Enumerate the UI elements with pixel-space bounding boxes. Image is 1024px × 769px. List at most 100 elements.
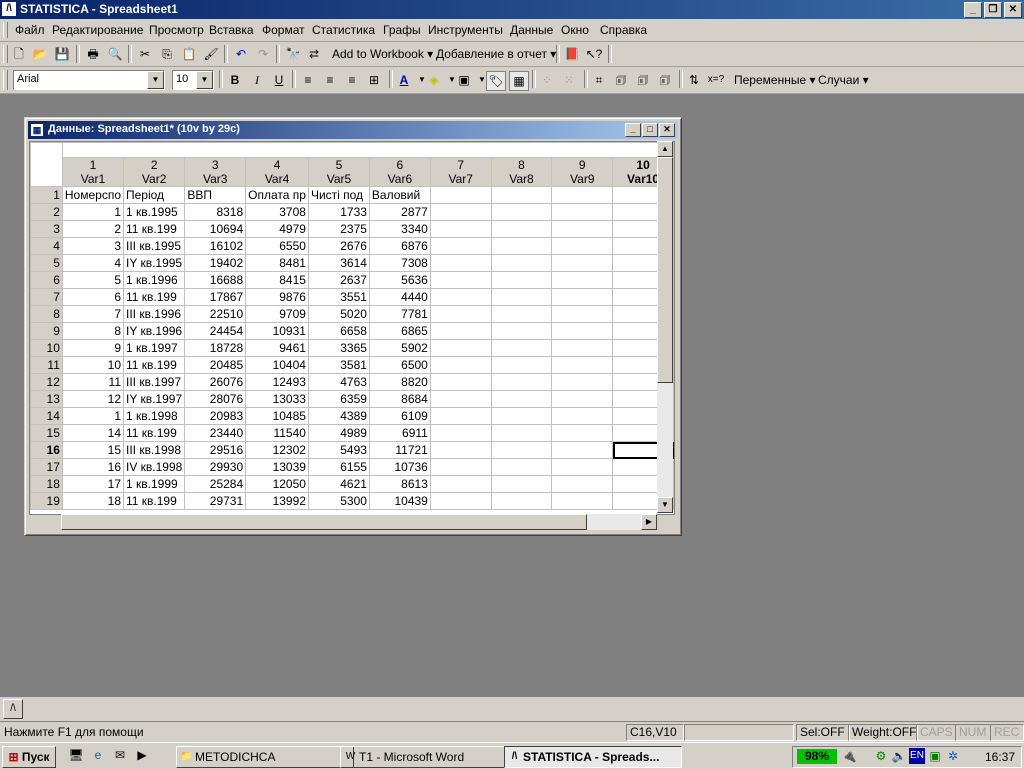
grid-cell[interactable]: 13992 bbox=[245, 492, 309, 510]
grid-cell[interactable]: ВВП bbox=[184, 186, 247, 204]
grid-cell[interactable] bbox=[490, 458, 553, 476]
grid-cell[interactable]: 13033 bbox=[245, 390, 309, 408]
horizontal-scroll-thumb[interactable] bbox=[61, 514, 587, 530]
save-icon[interactable]: 💾 bbox=[53, 45, 71, 63]
grid-cell[interactable]: 5902 bbox=[368, 339, 431, 357]
grid-cell[interactable] bbox=[490, 339, 553, 357]
menu-window[interactable]: Окно bbox=[561, 23, 589, 37]
statistica-app-icon[interactable]: /\ bbox=[2, 2, 16, 16]
grid-cell[interactable]: 8684 bbox=[368, 390, 431, 408]
clock[interactable]: 16:37 bbox=[985, 750, 1015, 764]
column-header[interactable]: 2 Var2 bbox=[122, 157, 186, 187]
grid-cell[interactable]: 4389 bbox=[307, 407, 370, 425]
row-header[interactable]: 19 bbox=[30, 492, 63, 510]
grid-cell[interactable]: 11 bbox=[61, 373, 125, 391]
column-header[interactable]: 9 Var9 bbox=[551, 157, 614, 187]
grid-cell[interactable] bbox=[490, 254, 553, 272]
grid-cell[interactable]: 8318 bbox=[184, 203, 247, 221]
grid-cell[interactable] bbox=[551, 220, 614, 238]
highlight-icon[interactable]: 🏷 bbox=[486, 71, 506, 91]
merge-cells-icon[interactable]: ⊞ bbox=[365, 71, 383, 89]
row-header[interactable]: 8 bbox=[30, 305, 63, 323]
grid-cell[interactable]: 6 bbox=[61, 288, 125, 306]
grid-cell[interactable]: 13039 bbox=[245, 458, 309, 476]
tray-app-icon[interactable]: ▣ bbox=[927, 748, 943, 764]
show-desktop-icon[interactable]: 🖥 bbox=[68, 747, 84, 763]
grid-cell[interactable] bbox=[551, 492, 614, 510]
grid-cell[interactable]: 5020 bbox=[307, 305, 370, 323]
grid-cell[interactable]: 1 кв.1997 bbox=[122, 339, 186, 357]
grid-cell[interactable]: 11721 bbox=[368, 441, 431, 459]
grid-cell[interactable]: 11 кв.199 bbox=[122, 288, 186, 306]
grid-cell[interactable]: III кв.1998 bbox=[122, 441, 186, 459]
grid-cell[interactable]: 4440 bbox=[368, 288, 431, 306]
grid-cell[interactable]: 9709 bbox=[245, 305, 309, 323]
grid-cell[interactable]: 5 bbox=[61, 271, 125, 289]
italic-button[interactable]: I bbox=[248, 71, 266, 89]
grid-cell[interactable]: 3 bbox=[61, 237, 125, 255]
font-size-select[interactable]: 10 ▼ bbox=[172, 70, 214, 90]
grid-cell[interactable] bbox=[551, 356, 614, 374]
variables-menu-button[interactable]: Переменные ▾ bbox=[734, 73, 815, 87]
grid-cell[interactable] bbox=[551, 288, 614, 306]
grid-cell[interactable]: 11 кв.199 bbox=[122, 424, 186, 442]
grid-cell[interactable] bbox=[429, 305, 492, 323]
grid-cell[interactable] bbox=[429, 475, 492, 493]
grid-cell[interactable] bbox=[490, 305, 553, 323]
grid-cell[interactable]: 6876 bbox=[368, 237, 431, 255]
grid-cell[interactable]: 8415 bbox=[245, 271, 309, 289]
grid-cell[interactable] bbox=[429, 288, 492, 306]
task-statistica[interactable]: /\ STATISTICA - Spreads... bbox=[504, 746, 682, 768]
grid-cell[interactable]: 4621 bbox=[307, 475, 370, 493]
grid-cell[interactable]: 1 bbox=[61, 407, 125, 425]
grid-cell[interactable]: 10439 bbox=[368, 492, 431, 510]
grid-cell[interactable] bbox=[490, 220, 553, 238]
grid-cell[interactable] bbox=[551, 237, 614, 255]
minimize-button[interactable]: _ bbox=[964, 2, 982, 18]
grid-cell[interactable]: 4989 bbox=[307, 424, 370, 442]
grid-cell[interactable]: 4763 bbox=[307, 373, 370, 391]
grid-cell[interactable]: 5636 bbox=[368, 271, 431, 289]
grid-cell[interactable] bbox=[429, 220, 492, 238]
increase-decimal-icon[interactable]: ⁙ bbox=[560, 71, 578, 89]
copy-icon[interactable]: ⎘ bbox=[158, 45, 176, 63]
grid-cell[interactable]: 11 кв.199 bbox=[122, 356, 186, 374]
scroll-up-button[interactable]: ▲ bbox=[657, 141, 673, 157]
grid-cell[interactable]: 28076 bbox=[184, 390, 247, 408]
row-header[interactable]: 15 bbox=[30, 424, 63, 442]
spreadsheet-icon[interactable]: ▦ bbox=[31, 124, 43, 136]
menu-format[interactable]: Формат bbox=[262, 23, 305, 37]
cases-menu-button[interactable]: Случаи ▾ bbox=[818, 73, 869, 87]
redo-icon[interactable]: ↷ bbox=[254, 45, 272, 63]
replace-icon[interactable]: ⇄ bbox=[305, 45, 323, 63]
minimized-graph-icon[interactable]: /\ bbox=[3, 699, 23, 719]
grid-cell[interactable] bbox=[551, 203, 614, 221]
menu-data[interactable]: Данные bbox=[510, 23, 553, 37]
battery-indicator[interactable]: 98% bbox=[797, 749, 837, 764]
grid-cell[interactable] bbox=[551, 458, 614, 476]
menu-statistics[interactable]: Статистика bbox=[312, 23, 375, 37]
menu-file[interactable]: Файл bbox=[15, 23, 45, 37]
start-button[interactable]: ⊞ Пуск bbox=[2, 746, 56, 768]
grid-cell[interactable] bbox=[429, 373, 492, 391]
grid-cell[interactable]: 9461 bbox=[245, 339, 309, 357]
grid-cell[interactable]: 3551 bbox=[307, 288, 370, 306]
grid-cell[interactable] bbox=[429, 441, 492, 459]
tray-settings-icon[interactable]: ✲ bbox=[945, 748, 961, 764]
print-icon[interactable]: 🖶 bbox=[84, 45, 102, 63]
font-select[interactable]: Arial ▼ bbox=[13, 70, 165, 90]
row-header[interactable]: 5 bbox=[30, 254, 63, 272]
grid-cell[interactable] bbox=[551, 305, 614, 323]
grid-cell[interactable]: 1 кв.1998 bbox=[122, 407, 186, 425]
grid-cell[interactable]: IY кв.1996 bbox=[122, 322, 186, 340]
grid-cell[interactable] bbox=[429, 390, 492, 408]
grid-cell[interactable]: 2 bbox=[61, 220, 125, 238]
menu-view[interactable]: Просмотр bbox=[149, 23, 204, 37]
grid-cell[interactable]: 10694 bbox=[184, 220, 247, 238]
fill-color-icon[interactable]: ◈ bbox=[425, 71, 443, 89]
grid-cell[interactable]: 6865 bbox=[368, 322, 431, 340]
row-header[interactable]: 10 bbox=[30, 339, 63, 357]
grid-cell[interactable]: 17867 bbox=[184, 288, 247, 306]
add-to-report-button[interactable]: Добавление в отчет ▾ bbox=[436, 47, 556, 61]
grid-cell[interactable]: 4 bbox=[61, 254, 125, 272]
